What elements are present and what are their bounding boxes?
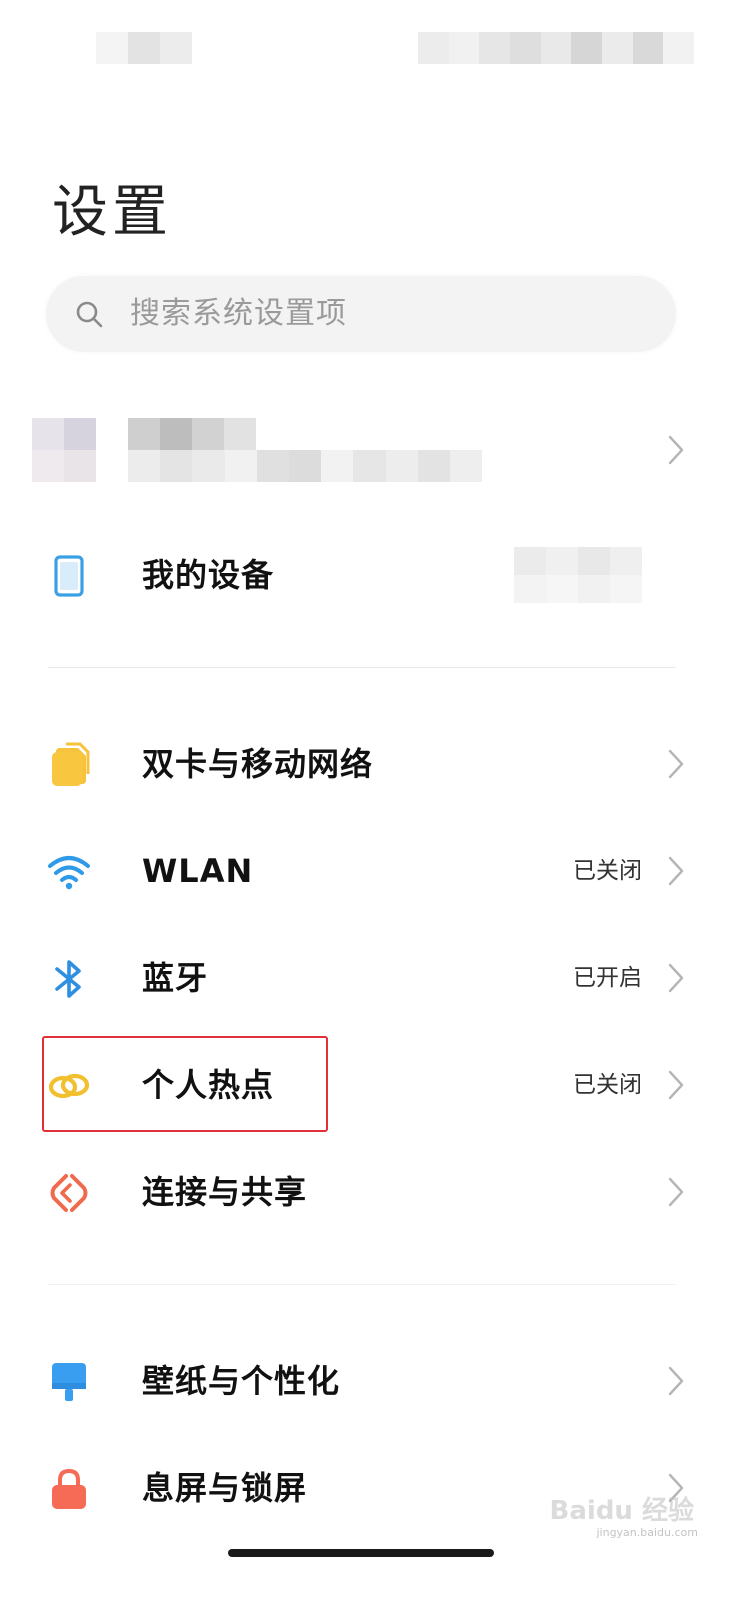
- settings-item-wallpaper[interactable]: 壁纸与个性化: [0, 1331, 738, 1431]
- divider: [48, 667, 676, 668]
- hotspot-status: 已关闭: [573, 1072, 642, 1098]
- sim-card-icon: [52, 742, 90, 786]
- chevron-right-icon: [668, 1177, 684, 1207]
- home-indicator[interactable]: [228, 1549, 494, 1557]
- settings-item-label: 息屏与锁屏: [142, 1469, 308, 1507]
- divider: [48, 1284, 676, 1285]
- settings-item-bluetooth[interactable]: 蓝牙 已开启: [0, 928, 738, 1028]
- chevron-right-icon: [668, 435, 684, 465]
- search-icon: [76, 301, 103, 328]
- settings-item-connection-share[interactable]: 连接与共享: [0, 1142, 738, 1242]
- account-detail-blurred: [128, 450, 483, 482]
- settings-item-label: 蓝牙: [142, 959, 209, 997]
- device-model-blurred: [514, 547, 642, 603]
- settings-item-label: WLAN: [142, 852, 254, 890]
- wifi-icon: [48, 856, 90, 890]
- phone-icon: [54, 555, 84, 597]
- watermark: Baidu 经验: [549, 1496, 694, 1526]
- settings-item-wlan[interactable]: WLAN 已关闭: [0, 821, 738, 921]
- share-icon: [50, 1174, 88, 1212]
- page-title: 设置: [52, 180, 172, 245]
- account-name-blurred: [128, 418, 256, 450]
- account-row[interactable]: [0, 410, 738, 490]
- status-bar-right-blurred: [418, 32, 695, 64]
- chevron-right-icon: [668, 1366, 684, 1396]
- search-placeholder: 搜索系统设置项: [130, 296, 347, 331]
- chevron-right-icon: [668, 963, 684, 993]
- chevron-right-icon: [668, 749, 684, 779]
- avatar: [32, 418, 96, 482]
- watermark-url: jingyan.baidu.com: [596, 1526, 698, 1539]
- settings-item-label: 连接与共享: [142, 1173, 308, 1211]
- status-bar-left-blurred: [96, 32, 192, 64]
- bluetooth-status: 已开启: [573, 965, 642, 991]
- wallpaper-icon: [52, 1363, 86, 1401]
- chevron-right-icon: [668, 856, 684, 886]
- settings-item-label: 双卡与移动网络: [142, 745, 374, 783]
- settings-item-label: 我的设备: [142, 556, 275, 594]
- search-bar[interactable]: 搜索系统设置项: [46, 276, 676, 352]
- wlan-status: 已关闭: [573, 858, 642, 884]
- settings-item-label: 壁纸与个性化: [142, 1362, 341, 1400]
- chevron-right-icon: [668, 1070, 684, 1100]
- highlight-box: [42, 1036, 328, 1132]
- bluetooth-icon: [55, 960, 81, 998]
- lock-icon: [52, 1468, 86, 1509]
- settings-item-my-device[interactable]: 我的设备: [0, 525, 738, 625]
- settings-item-sim-network[interactable]: 双卡与移动网络: [0, 714, 738, 814]
